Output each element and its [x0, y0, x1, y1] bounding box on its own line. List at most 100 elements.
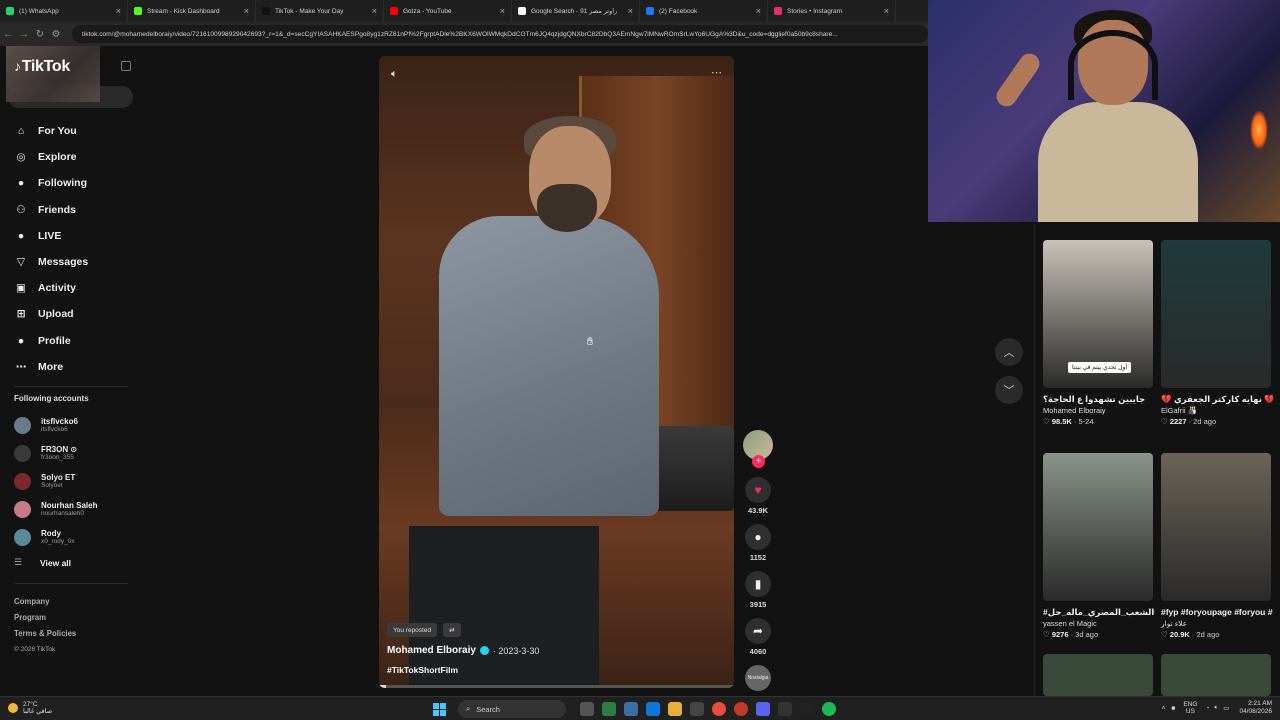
tiktok-logo[interactable]: ♪TikTok	[14, 58, 70, 76]
back-icon[interactable]: ←	[0, 29, 16, 40]
related-title[interactable]: #الشعب_المصري_ماله_حل🤣 🤣 #tiktok #fyp...	[1043, 606, 1155, 619]
related-video-card[interactable]: 💔 نهايه كاركتر الجعفري 💔 #fivem...ElGafr…	[1161, 240, 1273, 426]
close-tab-icon[interactable]: ×	[244, 6, 249, 16]
heart-icon[interactable]: ♥	[745, 477, 771, 503]
related-title[interactable]: جايبين تشهدوا ع الحاجة؟	[1043, 393, 1155, 406]
save-action[interactable]: ▮ 3915	[741, 571, 775, 609]
related-video-card[interactable]: أول تحدي بيتم في بيتنا جايبين تشهدوا ع ال…	[1043, 240, 1155, 426]
task-view-icon[interactable]	[580, 702, 594, 716]
nav-item-live[interactable]: ● LIVE	[14, 223, 88, 249]
follow-plus-icon[interactable]: +	[752, 455, 765, 468]
browser-tab[interactable]: Stories • Instagram ×	[768, 0, 896, 22]
browser-tab[interactable]: (1) WhatsApp ×	[0, 0, 128, 22]
weather-widget[interactable]: 27°C صافي غالبا	[8, 701, 52, 715]
nav-item-explore[interactable]: ◎ Explore	[14, 144, 88, 170]
following-account[interactable]: Solyo ET Solyoet	[14, 468, 97, 496]
related-title[interactable]: #fyp #foryoupage #foryou #viral...	[1161, 606, 1273, 619]
chrome-profile-icon[interactable]	[734, 702, 748, 716]
close-tab-icon[interactable]: ×	[628, 6, 633, 16]
related-author[interactable]: ElGafrii 🎳	[1161, 406, 1273, 415]
related-title[interactable]: 💔 نهايه كاركتر الجعفري 💔 #fivem...	[1161, 393, 1273, 406]
video-thumbnail[interactable]	[1043, 654, 1153, 696]
following-account[interactable]: Rody x0_rody_0x	[14, 523, 97, 551]
related-video-card[interactable]: #fyp #foryoupage #foryou #viral...علاء ت…	[1161, 453, 1273, 639]
nav-item-for-you[interactable]: ⌂ For You	[14, 118, 88, 144]
following-account[interactable]: FR3ON ⊙ fr3oon_355	[14, 440, 97, 468]
nav-item-upload[interactable]: ⊞ Upload	[14, 301, 88, 327]
footer-terms-link[interactable]: Terms & Policies	[14, 626, 76, 642]
nav-item-profile[interactable]: ● Profile	[14, 328, 88, 354]
share-action[interactable]: ➦ 4060	[741, 618, 775, 656]
url-field[interactable]: tiktok.com/@mohamedelboraiy/video/721610…	[72, 25, 928, 43]
following-account[interactable]: itsflvcko6 itsflvcko6	[14, 412, 97, 440]
browser-tab[interactable]: (2) Facebook ×	[640, 0, 768, 22]
wifi-icon[interactable]: ◔	[1205, 705, 1209, 712]
browser-tab[interactable]: TikTok - Make Your Day ×	[256, 0, 384, 22]
video-progress-bar[interactable]	[379, 685, 734, 688]
close-tab-icon[interactable]: ×	[372, 6, 377, 16]
browser-tab[interactable]: Gotza - YouTube ×	[384, 0, 512, 22]
collapse-sidebar-icon[interactable]	[121, 61, 131, 71]
file-explorer-icon[interactable]	[668, 702, 682, 716]
video-thumbnail[interactable]: أول تحدي بيتم في بيتنا	[1043, 240, 1153, 388]
following-account[interactable]: Nourhan Saleh nourhansaleh0	[14, 495, 97, 523]
related-video-card[interactable]: #الشعب_المصري_ماله_حل🤣 🤣 #tiktok #fyp...…	[1043, 453, 1155, 639]
footer-company-link[interactable]: Company	[14, 594, 76, 610]
nav-item-messages[interactable]: ▽ Messages	[14, 249, 88, 275]
tray-chevron-icon[interactable]: ˄	[1162, 705, 1166, 712]
close-tab-icon[interactable]: ×	[756, 6, 761, 16]
related-author[interactable]: yassen el Magic	[1043, 619, 1155, 628]
next-video-icon[interactable]: ﹀	[995, 376, 1023, 404]
volume-icon[interactable]: 🔈︎	[1214, 704, 1218, 712]
nav-item-following[interactable]: ● Following	[14, 170, 88, 196]
spotify-icon[interactable]	[822, 702, 836, 716]
related-author[interactable]: علاء توار	[1161, 619, 1273, 628]
nav-item-more[interactable]: ⋯ More	[14, 354, 88, 380]
video-hashtag[interactable]: #TikTokShortFilm	[387, 665, 458, 675]
nav-item-friends[interactable]: ⚇ Friends	[14, 197, 88, 223]
language-indicator[interactable]: ENG US	[1183, 701, 1197, 715]
view-all-button[interactable]: ☰ View all	[14, 557, 71, 568]
mute-icon[interactable]: 🔈︎	[391, 68, 398, 81]
comment-icon[interactable]: ●	[745, 524, 771, 550]
close-tab-icon[interactable]: ×	[116, 6, 121, 16]
comment-action[interactable]: ● 1152	[741, 524, 775, 562]
footer-program-link[interactable]: Program	[14, 610, 76, 626]
more-options-icon[interactable]: ⋯	[711, 66, 722, 79]
video-player[interactable]: 🔈︎ ⋯ You reposted ⇄ Mohamed Elboraiy · 2…	[379, 56, 734, 688]
music-disc-icon[interactable]: Nostalgia	[745, 665, 771, 691]
video-thumbnail[interactable]	[1161, 654, 1271, 696]
battery-icon[interactable]: ▭	[1223, 704, 1229, 712]
app-icon[interactable]	[800, 702, 814, 716]
app-icon[interactable]	[602, 702, 616, 716]
share-icon[interactable]: ➦	[745, 618, 771, 644]
store-icon[interactable]	[690, 702, 704, 716]
obs-icon[interactable]	[778, 702, 792, 716]
bookmark-icon[interactable]: ▮	[745, 571, 771, 597]
repost-icon[interactable]: ⇄	[443, 623, 461, 637]
app-icon[interactable]	[624, 702, 638, 716]
taskbar-search[interactable]: ⌕ Search	[458, 700, 566, 718]
like-action[interactable]: ♥ 43.9K	[741, 477, 775, 515]
nav-item-activity[interactable]: ▣ Activity	[14, 275, 88, 301]
related-author[interactable]: Mohamed Elboraiy	[1043, 406, 1155, 415]
windows-start-icon[interactable]	[433, 702, 446, 716]
browser-tab[interactable]: Stream - Kick Dashboard ×	[128, 0, 256, 22]
close-tab-icon[interactable]: ×	[884, 6, 889, 16]
edge-icon[interactable]	[646, 702, 660, 716]
reload-icon[interactable]: ↻	[32, 29, 48, 40]
video-thumbnail[interactable]	[1161, 240, 1271, 388]
music-disc[interactable]: Nostalgia	[741, 665, 775, 691]
video-author[interactable]: Mohamed Elboraiy · 2023-3-30	[387, 645, 539, 656]
previous-video-icon[interactable]: ︿	[995, 338, 1023, 366]
clock[interactable]: 2:21 AM 04/08/2026	[1239, 700, 1272, 716]
author-avatar[interactable]: +	[743, 430, 773, 468]
site-info-icon[interactable]: ⚙	[48, 29, 64, 40]
forward-icon[interactable]: →	[16, 29, 32, 40]
tray-app-icon[interactable]: ■	[1171, 705, 1175, 712]
browser-tab[interactable]: Google Search - راوتر مصر 91 ×	[512, 0, 640, 22]
author-name[interactable]: Mohamed Elboraiy	[387, 645, 476, 656]
video-thumbnail[interactable]	[1161, 453, 1271, 601]
video-thumbnail[interactable]	[1043, 453, 1153, 601]
close-tab-icon[interactable]: ×	[500, 6, 505, 16]
